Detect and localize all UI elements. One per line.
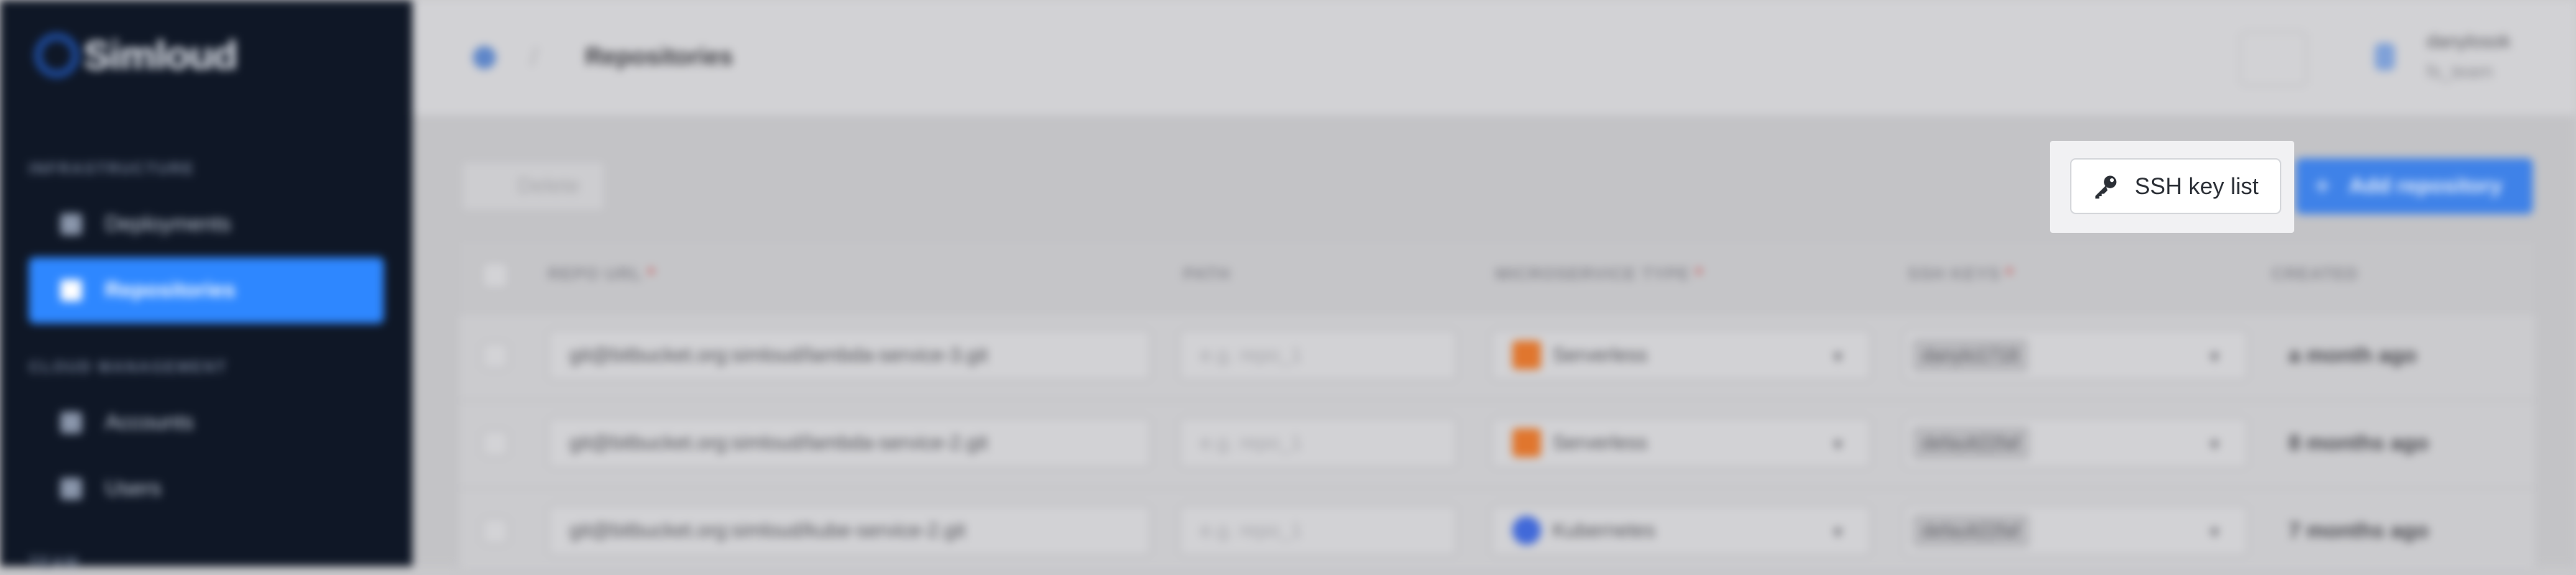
path-input[interactable]: e.g. repo_1	[1179, 417, 1458, 469]
team-name: fs_team	[2426, 60, 2493, 82]
path-input[interactable]: e.g. repo_1	[1179, 505, 1458, 556]
kubernetes-icon	[1512, 516, 1541, 545]
page-title: Repositories	[585, 43, 733, 70]
sidebar-item-label: Repositories	[105, 278, 236, 302]
sidebar-item-repositories[interactable]: Repositories	[29, 257, 384, 323]
ssh-key-tag: default22faf	[1912, 426, 2030, 460]
row-checkbox[interactable]	[482, 430, 509, 457]
switch-button[interactable]	[2240, 32, 2307, 86]
created-value: a month ago	[2288, 344, 2417, 367]
sidebar-item-label: Users	[105, 477, 162, 500]
column-path[interactable]: PATH	[1183, 264, 1230, 285]
chevron-down-icon: ▼	[2207, 523, 2222, 541]
logo-text: Simloud	[83, 32, 238, 78]
home-icon[interactable]	[473, 46, 496, 69]
logo: Simloud	[34, 32, 238, 78]
plus-icon: +	[2314, 170, 2331, 202]
microservice-type-select[interactable]: Kubernetes ▼	[1491, 505, 1872, 556]
chevron-down-icon: ▼	[1830, 436, 1846, 454]
grid-icon	[60, 213, 82, 235]
sidebar-item-label: Accounts	[105, 410, 194, 434]
repo-url-input[interactable]: git@bitbucket.org:simloud/kube-service-2…	[548, 505, 1151, 556]
ssh-key-list-button[interactable]: SSH key list	[2070, 158, 2281, 214]
chevron-down-icon: ▼	[1830, 348, 1846, 366]
sidebar-item-deployments[interactable]: Deployments	[29, 191, 384, 257]
column-created[interactable]: CREATED	[2271, 264, 2358, 285]
microservice-type-select[interactable]: Serverless ▼	[1491, 329, 1872, 381]
column-microservice-type[interactable]: MICROSERVICE TYPE *	[1495, 264, 1703, 285]
delete-button[interactable]: Delete	[461, 161, 605, 211]
key-icon	[2095, 175, 2117, 199]
row-checkbox[interactable]	[482, 342, 509, 369]
repo-url-input[interactable]: git@bitbucket.org:simloud/lambda-service…	[548, 417, 1151, 469]
column-repo-url[interactable]: REPO URL *	[548, 264, 656, 285]
logo-mark-icon	[34, 32, 79, 78]
table-row: git@bitbucket.org:simloud/lambda-service…	[459, 400, 2536, 489]
top-header: / Repositories danylosok fs_team	[413, 0, 2576, 115]
microservice-type-select[interactable]: Serverless ▼	[1491, 417, 1872, 469]
ssh-keys-select[interactable]: danylo1718 ▼	[1903, 329, 2248, 381]
created-value: 8 months ago	[2288, 431, 2429, 455]
created-value: 7 months ago	[2288, 519, 2429, 543]
breadcrumb-separator: /	[530, 42, 538, 71]
app-background: Simloud INFRASTRUCTURE Deployments Repos…	[0, 0, 2576, 572]
user-avatar-icon[interactable]	[2375, 43, 2395, 70]
delete-button-label: Delete	[518, 174, 580, 198]
document-icon	[60, 280, 82, 301]
sidebar-section-team: TEAM	[29, 553, 80, 571]
sidebar-section-infrastructure: INFRASTRUCTURE	[29, 160, 195, 178]
repo-url-input[interactable]: git@bitbucket.org:simloud/lambda-service…	[548, 329, 1151, 381]
ssh-key-tag: default22faf	[1912, 513, 2030, 548]
table-row: git@bitbucket.org:simloud/lambda-service…	[459, 312, 2536, 401]
ssh-keys-select[interactable]: default22faf ▼	[1903, 417, 2248, 469]
sidebar: Simloud INFRASTRUCTURE Deployments Repos…	[0, 0, 413, 571]
add-repository-button[interactable]: + Add repository	[2296, 158, 2533, 214]
sidebar-item-accounts[interactable]: Accounts	[29, 390, 384, 456]
sidebar-section-cloud-management: CLOUD MANAGEMENT	[29, 358, 228, 376]
path-input[interactable]: e.g. repo_1	[1179, 329, 1458, 381]
ssh-keys-select[interactable]: default22faf ▼	[1903, 505, 2248, 556]
ssh-key-list-label: SSH key list	[2135, 172, 2259, 199]
add-repository-label: Add repository	[2349, 174, 2503, 198]
repositories-table: REPO URL * PATH MICROSERVICE TYPE * SSH …	[457, 239, 2537, 572]
chevron-down-icon: ▼	[2207, 436, 2222, 454]
accounts-icon	[60, 412, 82, 433]
ssh-key-tag: danylo1718	[1912, 338, 2029, 372]
table-row: git@bitbucket.org:simloud/kube-service-2…	[459, 487, 2536, 575]
serverless-icon	[1512, 341, 1541, 369]
user-name[interactable]: danylosok	[2426, 30, 2511, 52]
sidebar-item-label: Deployments	[105, 212, 231, 236]
serverless-icon	[1512, 428, 1541, 457]
sidebar-item-users[interactable]: Users	[29, 456, 384, 522]
chevron-down-icon: ▼	[2207, 348, 2222, 366]
user-icon	[60, 478, 82, 500]
row-checkbox[interactable]	[482, 518, 509, 545]
table-header: REPO URL * PATH MICROSERVICE TYPE * SSH …	[459, 240, 2536, 313]
select-all-checkbox[interactable]	[482, 262, 509, 289]
chevron-down-icon: ▼	[1830, 523, 1846, 541]
column-ssh-keys[interactable]: SSH KEYS *	[1908, 264, 2013, 285]
